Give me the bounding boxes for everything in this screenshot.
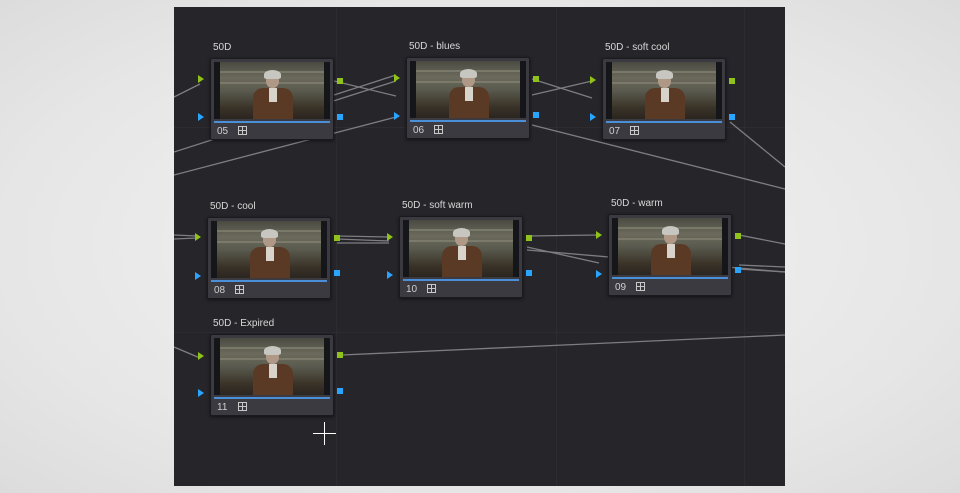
- node-thumbnail: [403, 220, 519, 277]
- rgb-output-port[interactable]: [533, 76, 539, 82]
- rgb-output-port[interactable]: [735, 233, 741, 239]
- node-thumbnail: [214, 62, 330, 119]
- node-number: 08: [214, 285, 226, 296]
- rgb-output-port[interactable]: [334, 235, 340, 241]
- wire: [174, 234, 198, 237]
- rgb-input-port[interactable]: [387, 233, 393, 241]
- node-number: 05: [217, 126, 229, 137]
- alpha-output-port[interactable]: [729, 114, 735, 120]
- crosshair-cursor-icon: [313, 422, 336, 445]
- alpha-input-port[interactable]: [198, 113, 204, 121]
- node-label: 50D - warm: [611, 198, 663, 209]
- node-body[interactable]: 07: [602, 58, 726, 140]
- wire: [738, 264, 785, 268]
- node-number: 07: [609, 126, 621, 137]
- node-body[interactable]: 08: [207, 217, 331, 299]
- selection-bar: [403, 279, 519, 281]
- grid-icon: [630, 126, 639, 135]
- node-09[interactable]: 50D - warm 09: [596, 198, 741, 296]
- node-thumbnail: [410, 61, 526, 118]
- node-number: 09: [615, 282, 627, 293]
- rgb-output-port[interactable]: [729, 78, 735, 84]
- rgb-input-port[interactable]: [195, 233, 201, 241]
- alpha-output-port[interactable]: [526, 270, 532, 276]
- alpha-output-port[interactable]: [334, 270, 340, 276]
- selection-bar: [214, 397, 330, 399]
- node-graph-canvas[interactable]: 50D 05 50D - blues 06 50D - soft cool 07…: [174, 7, 785, 486]
- node-label: 50D - Expired: [213, 318, 275, 329]
- node-thumbnail: [612, 218, 728, 275]
- wire: [333, 80, 397, 97]
- node-thumbnail: [606, 62, 722, 119]
- node-07[interactable]: 50D - soft cool 07: [590, 42, 735, 140]
- alpha-output-port[interactable]: [337, 114, 343, 120]
- wire: [531, 80, 593, 96]
- node-10[interactable]: 50D - soft warm 10: [387, 200, 532, 298]
- selection-bar: [214, 121, 330, 123]
- node-thumbnail: [211, 221, 327, 278]
- node-number: 10: [406, 284, 418, 295]
- node-label: 50D - blues: [409, 41, 461, 52]
- wire: [526, 234, 600, 237]
- alpha-input-port[interactable]: [387, 271, 393, 279]
- wire: [174, 83, 201, 98]
- node-label: 50D: [213, 42, 232, 53]
- selection-bar: [410, 120, 526, 122]
- alpha-input-port[interactable]: [195, 272, 201, 280]
- wire: [336, 238, 390, 242]
- rgb-input-port[interactable]: [590, 76, 596, 84]
- wire: [336, 235, 390, 238]
- node-05[interactable]: 50D 05: [198, 42, 343, 140]
- node-label: 50D - soft warm: [402, 200, 473, 211]
- alpha-output-port[interactable]: [533, 112, 539, 118]
- wire: [174, 237, 198, 240]
- node-body[interactable]: 10: [399, 216, 523, 298]
- wire: [174, 346, 201, 359]
- wire: [738, 234, 785, 245]
- node-label: 50D - soft cool: [605, 42, 670, 53]
- node-label: 50D - cool: [210, 201, 256, 212]
- alpha-input-port[interactable]: [394, 112, 400, 120]
- rgb-output-port[interactable]: [337, 352, 343, 358]
- node-number: 06: [413, 125, 425, 136]
- rgb-output-port[interactable]: [337, 78, 343, 84]
- rgb-output-port[interactable]: [526, 235, 532, 241]
- grid-icon: [235, 285, 244, 294]
- grid-icon: [636, 282, 645, 291]
- wire: [341, 334, 785, 356]
- selection-bar: [606, 121, 722, 123]
- alpha-input-port[interactable]: [590, 113, 596, 121]
- node-body[interactable]: 11: [210, 334, 334, 416]
- node-08[interactable]: 50D - cool 08: [195, 201, 340, 299]
- alpha-output-port[interactable]: [337, 388, 343, 394]
- node-body[interactable]: 05: [210, 58, 334, 140]
- alpha-output-port[interactable]: [735, 267, 741, 273]
- grid-icon: [238, 126, 247, 135]
- node-body[interactable]: 09: [608, 214, 732, 296]
- alpha-input-port[interactable]: [198, 389, 204, 397]
- node-thumbnail: [214, 338, 330, 395]
- wire: [333, 74, 397, 96]
- selection-bar: [612, 277, 728, 279]
- rgb-input-port[interactable]: [198, 75, 204, 83]
- rgb-input-port[interactable]: [198, 352, 204, 360]
- node-06[interactable]: 50D - blues 06: [394, 41, 539, 139]
- selection-bar: [211, 280, 327, 282]
- grid-icon: [238, 402, 247, 411]
- node-11[interactable]: 50D - Expired 11: [198, 318, 343, 416]
- rgb-input-port[interactable]: [394, 74, 400, 82]
- node-number: 11: [217, 402, 228, 413]
- alpha-input-port[interactable]: [596, 270, 602, 278]
- grid-icon: [427, 284, 436, 293]
- wire: [729, 121, 785, 168]
- grid-icon: [434, 125, 443, 134]
- node-body[interactable]: 06: [406, 57, 530, 139]
- rgb-input-port[interactable]: [596, 231, 602, 239]
